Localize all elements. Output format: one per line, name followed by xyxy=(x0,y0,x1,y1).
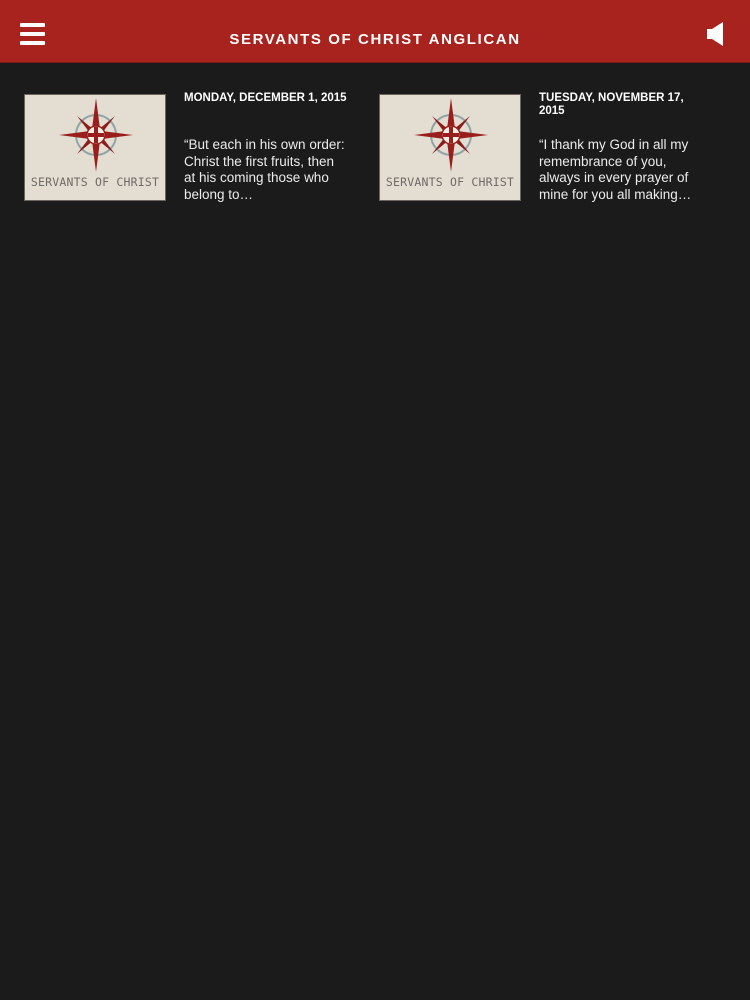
post-card[interactable]: SERVANTS OF CHRIST TUESDAY, NOVEMBER 17,… xyxy=(379,92,709,209)
compass-cross-logo xyxy=(414,98,488,172)
thumbnail-caption: SERVANTS OF CHRIST xyxy=(385,175,515,189)
post-thumbnail[interactable]: SERVANTS OF CHRIST xyxy=(24,94,166,201)
post-date: TUESDAY, NOVEMBER 17, 2015 xyxy=(539,92,684,117)
compass-cross-logo xyxy=(59,98,133,172)
post-excerpt: “But each in his own order: Christ the f… xyxy=(184,137,345,202)
thumbnail-caption: SERVANTS OF CHRIST xyxy=(30,175,160,189)
post-excerpt: “I thank my God in all my remembrance of… xyxy=(539,137,692,202)
top-app-bar: SERVANTS OF CHRIST ANGLICAN xyxy=(0,0,750,63)
post-card[interactable]: SERVANTS OF CHRIST MONDAY, DECEMBER 1, 2… xyxy=(24,92,354,209)
post-date: MONDAY, DECEMBER 1, 2015 xyxy=(184,92,347,104)
app-title: SERVANTS OF CHRIST ANGLICAN xyxy=(229,31,521,48)
app-screen: SERVANTS OF CHRIST ANGLICAN SERVANTS OF … xyxy=(0,0,750,1000)
post-thumbnail[interactable]: SERVANTS OF CHRIST xyxy=(379,94,521,201)
speaker-icon[interactable] xyxy=(706,21,728,47)
